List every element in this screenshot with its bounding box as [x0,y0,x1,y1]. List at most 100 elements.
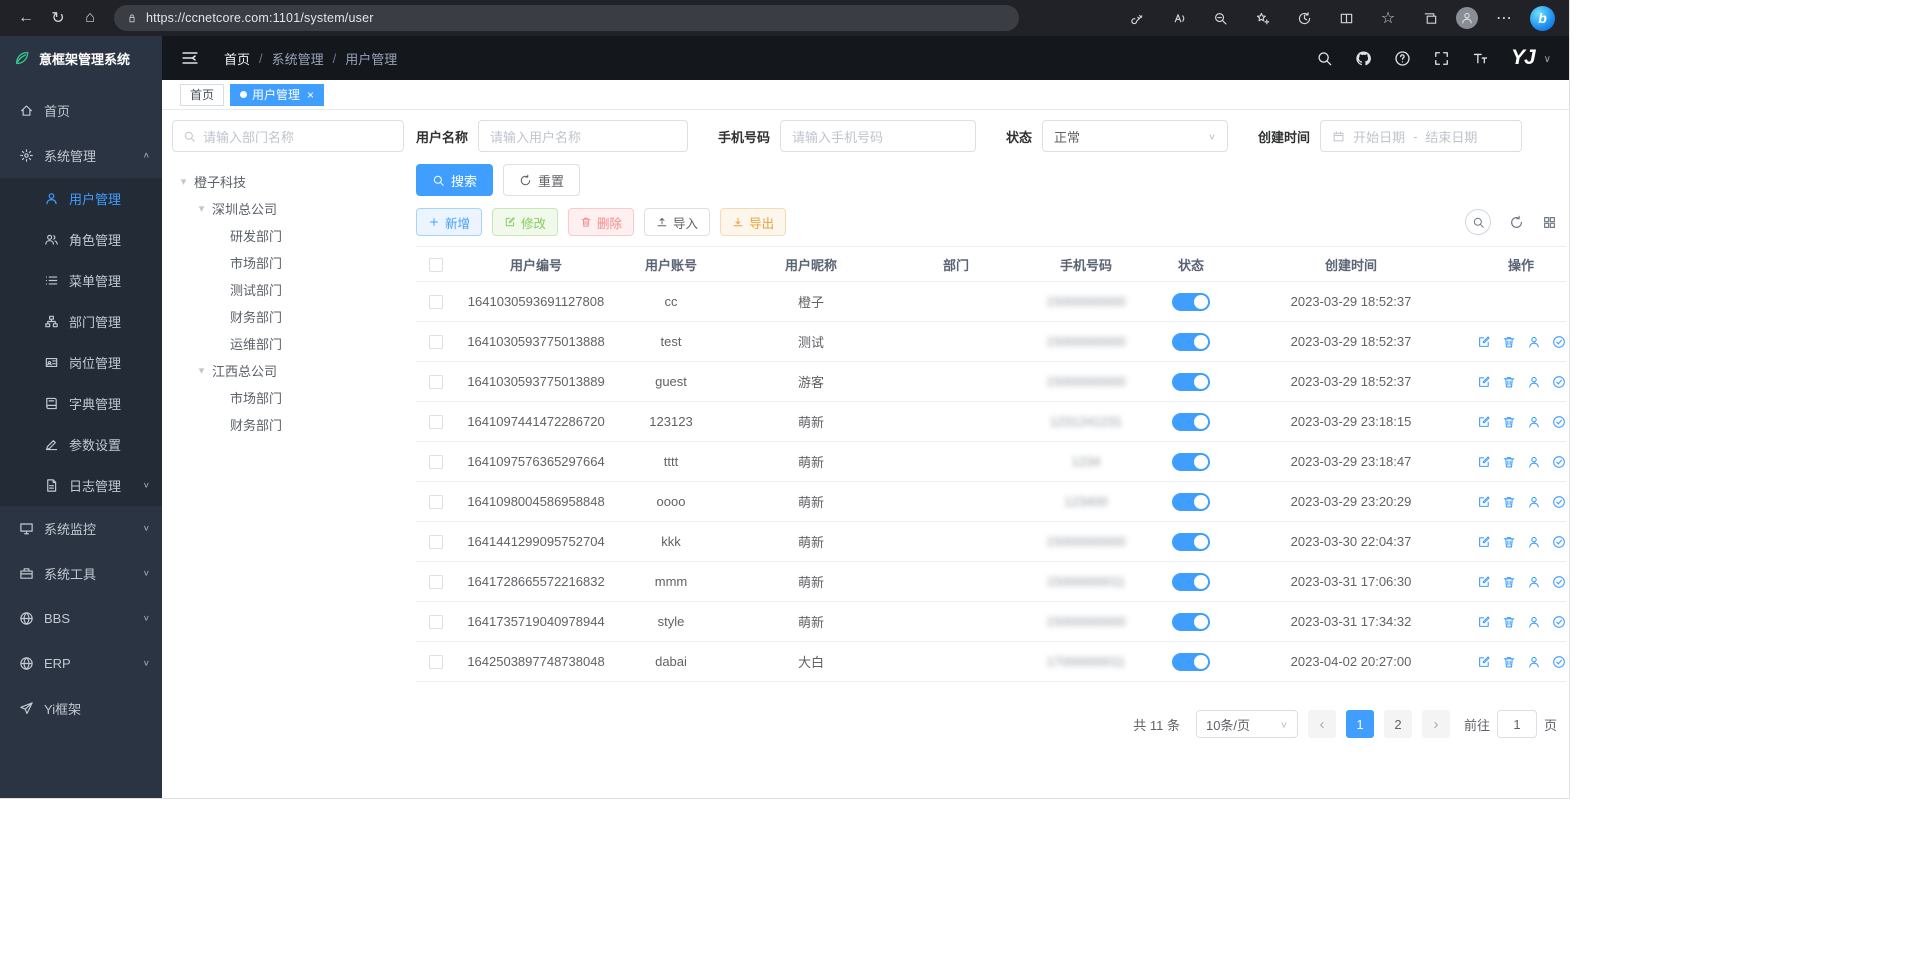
split-screen-icon[interactable] [1330,4,1362,32]
home-button[interactable]: ⌂ [74,4,106,32]
breadcrumb-item[interactable]: 系统管理 [272,49,324,68]
extensions-icon[interactable] [1288,4,1320,32]
status-toggle[interactable] [1172,453,1210,471]
sidebar-item-system-tools[interactable]: 系统工具∨ [0,551,162,596]
select-all-checkbox[interactable] [429,258,443,272]
caret-down-icon[interactable]: ▾ [176,175,191,188]
status-toggle[interactable] [1172,373,1210,391]
row-user-button[interactable] [1527,455,1541,469]
add-button[interactable]: 新增 [416,208,482,236]
row-checkbox[interactable] [429,455,443,469]
tab-home[interactable]: 首页 [180,84,224,106]
status-toggle[interactable] [1172,293,1210,311]
tree-node[interactable]: 市场部门 [172,249,404,276]
header-search-icon[interactable] [1316,49,1334,67]
row-user-button[interactable] [1527,615,1541,629]
row-user-button[interactable] [1527,575,1541,589]
address-bar[interactable]: https://ccnetcore.com:1101/system/user [114,5,1019,31]
row-delete-button[interactable] [1502,335,1516,349]
row-edit-button[interactable] [1477,375,1491,389]
sidebar-item-post-mgmt[interactable]: 岗位管理 [0,342,162,383]
row-check-button[interactable] [1552,495,1566,509]
font-size-icon[interactable] [1472,49,1490,67]
row-check-button[interactable] [1552,575,1566,589]
sidebar-item-system[interactable]: 系统管理∧ [0,133,162,178]
row-checkbox[interactable] [429,335,443,349]
row-check-button[interactable] [1552,455,1566,469]
page-2-button[interactable]: 2 [1384,710,1412,738]
sidebar-item-dict-mgmt[interactable]: 字典管理 [0,383,162,424]
status-toggle[interactable] [1172,573,1210,591]
username-input[interactable]: 请输入用户名称 [478,120,688,152]
sidebar-item-home[interactable]: 首页 [0,88,162,133]
row-delete-button[interactable] [1502,495,1516,509]
more-menu-icon[interactable]: ⋯ [1488,4,1520,32]
row-check-button[interactable] [1552,535,1566,549]
read-aloud-icon[interactable] [1162,4,1194,32]
sidebar-item-dept-mgmt[interactable]: 部门管理 [0,301,162,342]
row-check-button[interactable] [1552,615,1566,629]
status-select[interactable]: 正常 ∨ [1042,120,1228,152]
collapse-sidebar-icon[interactable] [180,48,200,68]
phone-input[interactable]: 请输入手机号码 [780,120,976,152]
page-size-select[interactable]: 10条/页∨ [1196,710,1298,738]
help-icon[interactable] [1394,49,1412,67]
prev-page-button[interactable]: ‹ [1308,710,1336,738]
row-check-button[interactable] [1552,415,1566,429]
row-edit-button[interactable] [1477,615,1491,629]
sidebar-item-bbs[interactable]: BBS∨ [0,596,162,641]
tree-node[interactable]: ▾橙子科技 [172,168,404,195]
status-toggle[interactable] [1172,613,1210,631]
password-manager-icon[interactable] [1120,4,1152,32]
zoom-icon[interactable] [1204,4,1236,32]
row-checkbox[interactable] [429,295,443,309]
row-check-button[interactable] [1552,335,1566,349]
tree-node[interactable]: 运维部门 [172,330,404,357]
row-user-button[interactable] [1527,335,1541,349]
status-toggle[interactable] [1172,493,1210,511]
tree-node[interactable]: 市场部门 [172,384,404,411]
row-user-button[interactable] [1527,415,1541,429]
export-button[interactable]: 导出 [720,208,786,236]
row-delete-button[interactable] [1502,575,1516,589]
table-search-button[interactable] [1465,209,1491,235]
row-checkbox[interactable] [429,615,443,629]
back-button[interactable]: ← [10,4,42,32]
sidebar-item-erp[interactable]: ERP∨ [0,641,162,686]
row-edit-button[interactable] [1477,575,1491,589]
row-edit-button[interactable] [1477,495,1491,509]
fullscreen-icon[interactable] [1433,49,1451,67]
table-refresh-button[interactable] [1508,214,1524,230]
tree-node[interactable]: ▾江西总公司 [172,357,404,384]
row-user-button[interactable] [1527,535,1541,549]
search-button[interactable]: 搜索 [416,164,493,196]
row-checkbox[interactable] [429,655,443,669]
row-delete-button[interactable] [1502,655,1516,669]
row-user-button[interactable] [1527,495,1541,509]
sidebar-item-param-settings[interactable]: 参数设置 [0,424,162,465]
edit-button[interactable]: 修改 [492,208,558,236]
close-icon[interactable]: × [307,88,314,102]
row-delete-button[interactable] [1502,535,1516,549]
sidebar-item-user-mgmt[interactable]: 用户管理 [0,178,162,219]
tree-node[interactable]: 财务部门 [172,303,404,330]
favorites-icon[interactable]: ☆ [1372,4,1404,32]
tree-node[interactable]: 研发部门 [172,222,404,249]
row-user-button[interactable] [1527,375,1541,389]
delete-button[interactable]: 删除 [568,208,634,236]
sidebar-item-yi-framework[interactable]: Yi框架 [0,686,162,731]
row-checkbox[interactable] [429,495,443,509]
status-toggle[interactable] [1172,653,1210,671]
reset-button[interactable]: 重置 [503,164,580,196]
sidebar-item-role-mgmt[interactable]: 角色管理 [0,219,162,260]
status-toggle[interactable] [1172,533,1210,551]
row-checkbox[interactable] [429,575,443,589]
table-columns-button[interactable] [1541,214,1557,230]
status-toggle[interactable] [1172,413,1210,431]
brand-logo[interactable]: YJ [1511,46,1535,70]
row-edit-button[interactable] [1477,455,1491,469]
sidebar-item-log-mgmt[interactable]: 日志管理∨ [0,465,162,506]
row-delete-button[interactable] [1502,615,1516,629]
row-check-button[interactable] [1552,655,1566,669]
github-icon[interactable] [1355,49,1373,67]
